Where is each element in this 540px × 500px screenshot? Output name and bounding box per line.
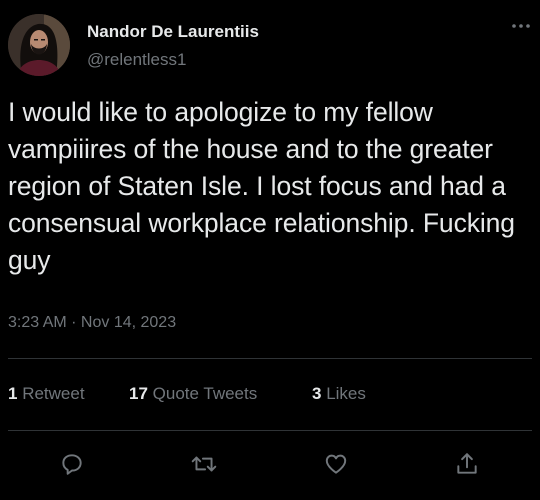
- retweet-button[interactable]: [186, 446, 222, 482]
- retweet-stat[interactable]: 1 Retweet: [8, 384, 85, 404]
- tweet-actions: [0, 446, 540, 482]
- quote-tweets-stat[interactable]: 17 Quote Tweets: [129, 384, 257, 404]
- share-button[interactable]: [449, 446, 485, 482]
- reply-icon: [62, 454, 82, 475]
- retweet-icon: [191, 456, 217, 472]
- tweet-header: Nandor De Laurentiis @relentless1: [8, 14, 532, 78]
- author-name[interactable]: Nandor De Laurentiis: [87, 22, 259, 42]
- tweet-text: I would like to apologize to my fellow v…: [8, 97, 515, 275]
- divider: [8, 358, 532, 359]
- quote-tweets-count: 17: [129, 384, 148, 403]
- avatar[interactable]: [8, 14, 70, 76]
- tweet-timestamp[interactable]: 3:23 AM · Nov 14, 2023: [8, 314, 176, 332]
- more-options-icon[interactable]: [510, 18, 532, 34]
- likes-count: 3: [312, 384, 322, 403]
- tweet-card: Nandor De Laurentiis @relentless1 I woul…: [0, 0, 540, 500]
- retweet-count: 1: [8, 384, 18, 403]
- author-handle[interactable]: @relentless1: [87, 50, 186, 70]
- retweet-label: Retweet: [22, 384, 85, 403]
- quote-tweets-label: Quote Tweets: [152, 384, 258, 403]
- share-icon: [457, 453, 477, 474]
- divider: [8, 430, 532, 431]
- likes-stat[interactable]: 3 Likes: [312, 384, 366, 404]
- like-button[interactable]: [318, 446, 354, 482]
- like-icon: [325, 454, 347, 474]
- likes-label: Likes: [326, 384, 366, 403]
- reply-button[interactable]: [54, 446, 90, 482]
